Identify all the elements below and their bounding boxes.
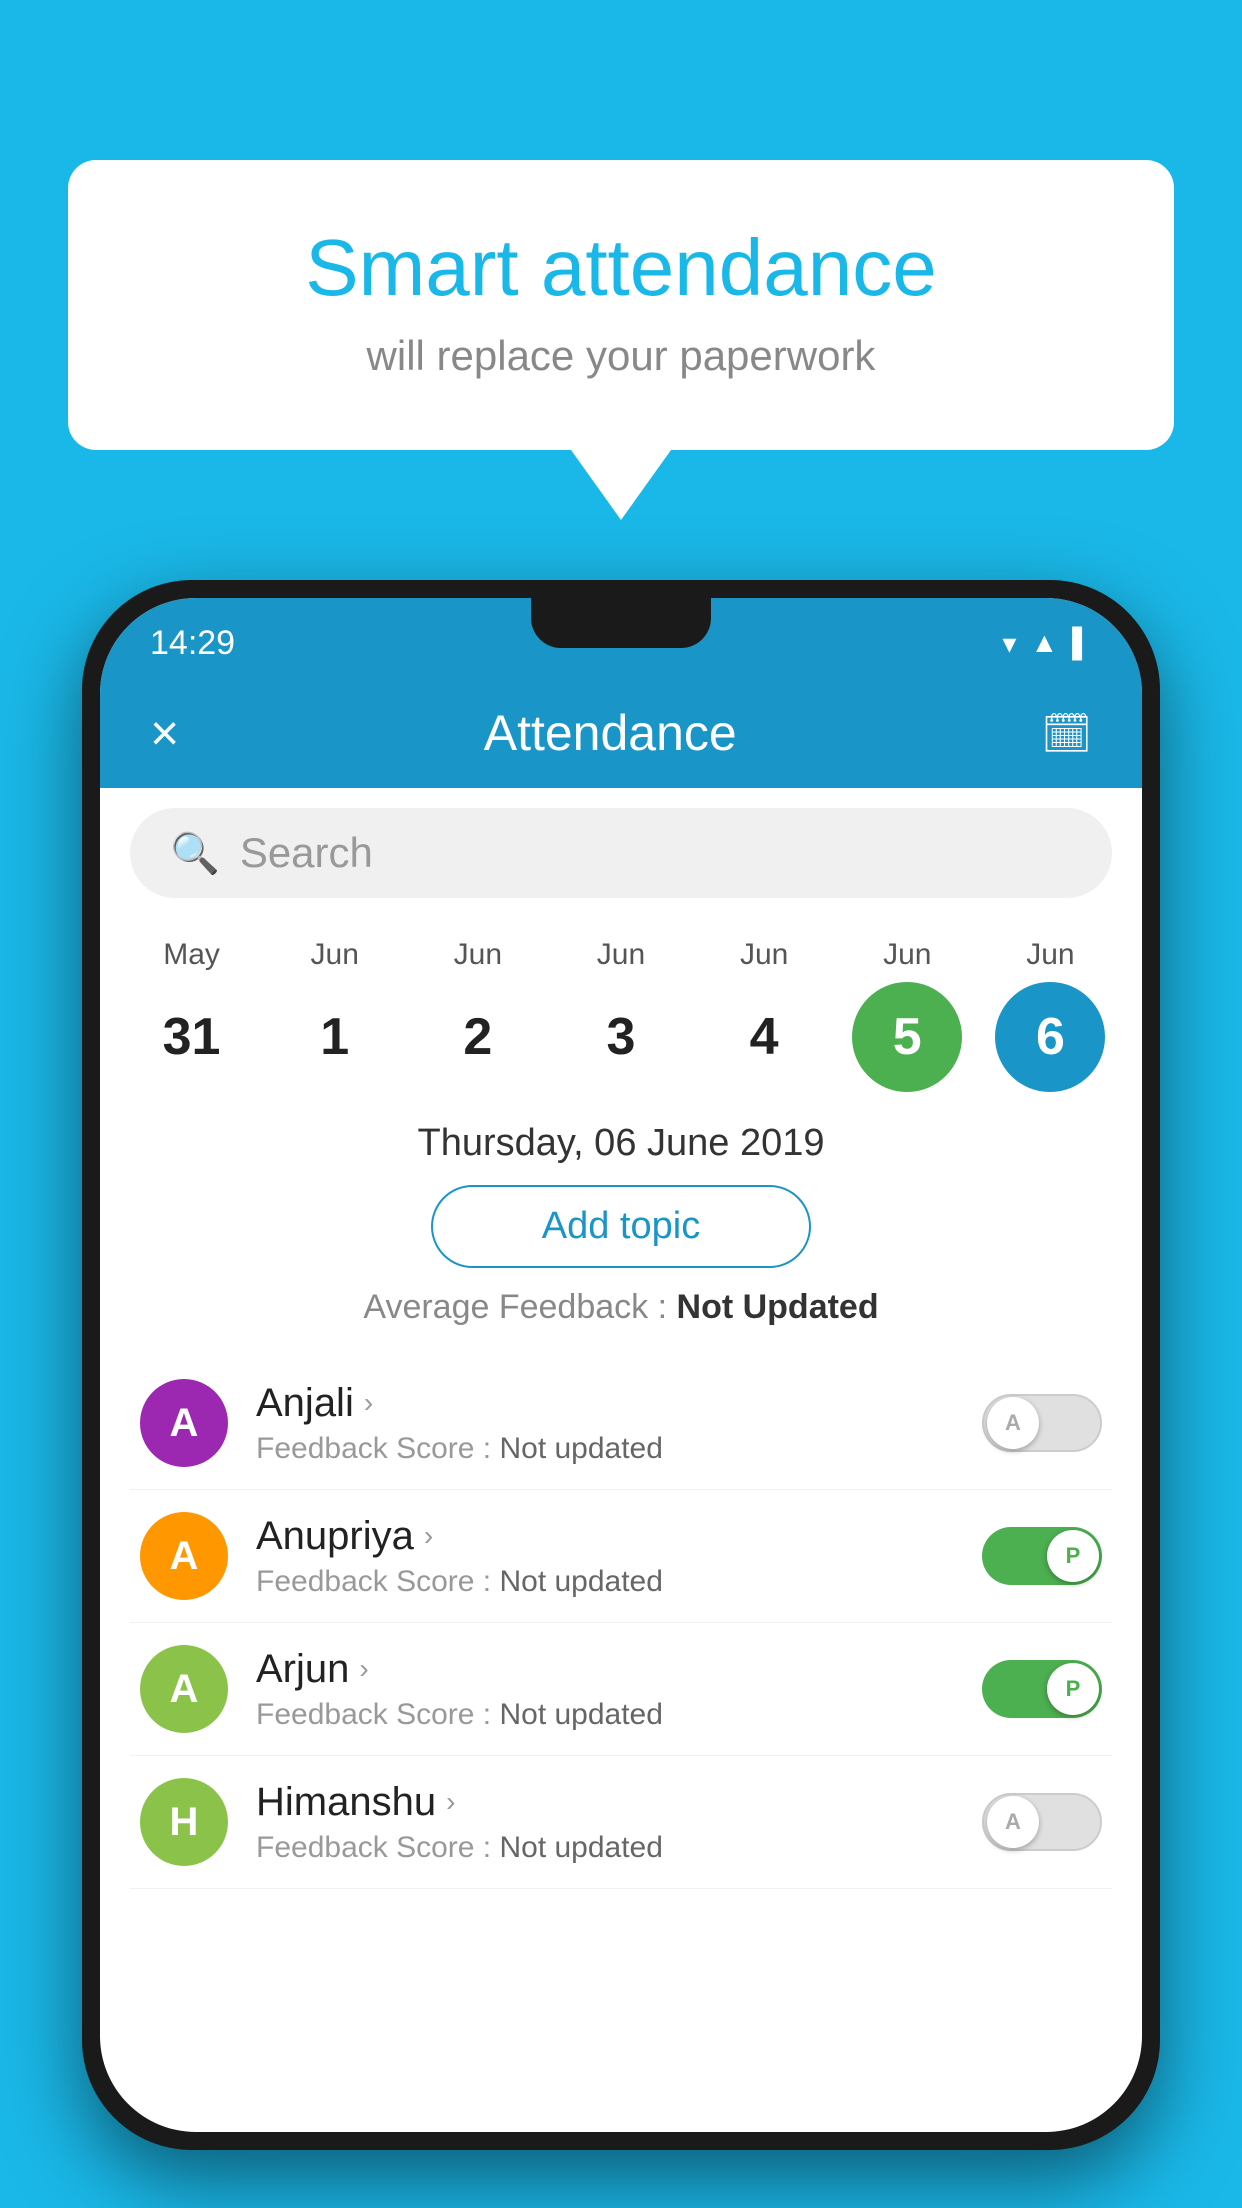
cal-month-3: Jun — [597, 938, 645, 972]
wifi-icon: ▾ — [1002, 627, 1016, 660]
speech-bubble: Smart attendance will replace your paper… — [68, 160, 1174, 450]
student-info-1: Anupriya › Feedback Score : Not updated — [256, 1514, 982, 1599]
attendance-toggle-0[interactable]: A — [982, 1394, 1102, 1452]
student-info-2: Arjun › Feedback Score : Not updated — [256, 1647, 982, 1732]
add-topic-button[interactable]: Add topic — [431, 1185, 811, 1268]
cal-date-0[interactable]: 31 — [137, 982, 247, 1092]
cal-date-6[interactable]: 6 — [995, 982, 1105, 1092]
student-name-0: Anjali › — [256, 1381, 982, 1426]
speech-bubble-title: Smart attendance — [148, 220, 1094, 316]
calendar-day-5[interactable]: Jun 5 — [842, 938, 972, 1092]
phone-screen: 14:29 ▾ ▲ ▌ × Attendance 🗓 🔍 Search May 3… — [100, 598, 1142, 2132]
calendar-icon[interactable]: 🗓 — [1041, 710, 1092, 757]
cal-date-4[interactable]: 4 — [709, 982, 819, 1092]
student-score-1: Feedback Score : Not updated — [256, 1565, 982, 1599]
chevron-icon: › — [364, 1387, 373, 1419]
student-list: AAnjali ›Feedback Score : Not updatedAAA… — [100, 1357, 1142, 1889]
student-name-3: Himanshu › — [256, 1780, 982, 1825]
student-item-2[interactable]: A Arjun › Feedback Score : Not updatedP — [130, 1623, 1112, 1756]
student-score-3: Feedback Score : Not updated — [256, 1831, 982, 1865]
search-bar[interactable]: 🔍 Search — [130, 808, 1112, 898]
cal-date-2[interactable]: 2 — [423, 982, 533, 1092]
attendance-toggle-1[interactable]: P — [982, 1527, 1102, 1585]
selected-date: Thursday, 06 June 2019 — [100, 1122, 1142, 1165]
search-input[interactable]: Search — [240, 829, 1072, 877]
student-avatar-2: A — [140, 1645, 228, 1733]
cal-month-0: May — [163, 938, 220, 972]
chevron-icon: › — [424, 1520, 433, 1552]
signal-icon: ▲ — [1030, 627, 1058, 659]
cal-month-4: Jun — [740, 938, 788, 972]
avg-feedback: Average Feedback : Not Updated — [100, 1288, 1142, 1327]
calendar-day-6[interactable]: Jun 6 — [985, 938, 1115, 1092]
calendar-day-3[interactable]: Jun 3 — [556, 938, 686, 1092]
calendar-day-1[interactable]: Jun 1 — [270, 938, 400, 1092]
phone-notch — [531, 598, 711, 648]
phone-outer: 14:29 ▾ ▲ ▌ × Attendance 🗓 🔍 Search May 3… — [82, 580, 1160, 2150]
avg-feedback-label: Average Feedback : — [363, 1288, 667, 1326]
student-name-2: Arjun › — [256, 1647, 982, 1692]
chevron-icon: › — [446, 1786, 455, 1818]
student-avatar-0: A — [140, 1379, 228, 1467]
app-title: Attendance — [484, 704, 737, 762]
student-avatar-1: A — [140, 1512, 228, 1600]
calendar-strip: May 31 Jun 1 Jun 2 Jun 3 Jun 4 Jun 5 Jun 6 — [100, 918, 1142, 1092]
calendar-day-0[interactable]: May 31 — [127, 938, 257, 1092]
chevron-icon: › — [359, 1653, 368, 1685]
status-time: 14:29 — [150, 624, 235, 663]
student-info-3: Himanshu › Feedback Score : Not updated — [256, 1780, 982, 1865]
cal-month-5: Jun — [883, 938, 931, 972]
student-avatar-3: H — [140, 1778, 228, 1866]
student-item-3[interactable]: H Himanshu › Feedback Score : Not updatedA — [130, 1756, 1112, 1889]
status-icons: ▾ ▲ ▌ — [1002, 627, 1092, 660]
calendar-day-4[interactable]: Jun 4 — [699, 938, 829, 1092]
battery-icon: ▌ — [1072, 627, 1092, 659]
attendance-toggle-2[interactable]: P — [982, 1660, 1102, 1718]
student-score-0: Feedback Score : Not updated — [256, 1432, 982, 1466]
speech-bubble-tail — [571, 450, 671, 520]
student-name-1: Anupriya › — [256, 1514, 982, 1559]
speech-bubble-subtitle: will replace your paperwork — [148, 332, 1094, 380]
student-item-1[interactable]: A Anupriya › Feedback Score : Not updatedP — [130, 1490, 1112, 1623]
calendar-day-2[interactable]: Jun 2 — [413, 938, 543, 1092]
close-button[interactable]: × — [150, 704, 179, 762]
attendance-toggle-3[interactable]: A — [982, 1793, 1102, 1851]
search-icon: 🔍 — [170, 830, 220, 877]
cal-date-3[interactable]: 3 — [566, 982, 676, 1092]
avg-feedback-value: Not Updated — [677, 1288, 879, 1326]
student-score-2: Feedback Score : Not updated — [256, 1698, 982, 1732]
cal-month-6: Jun — [1026, 938, 1074, 972]
speech-bubble-container: Smart attendance will replace your paper… — [68, 160, 1174, 520]
student-info-0: Anjali › Feedback Score : Not updated — [256, 1381, 982, 1466]
cal-month-2: Jun — [454, 938, 502, 972]
cal-date-1[interactable]: 1 — [280, 982, 390, 1092]
student-item-0[interactable]: AAnjali ›Feedback Score : Not updatedA — [130, 1357, 1112, 1490]
app-header: × Attendance 🗓 — [100, 678, 1142, 788]
cal-month-1: Jun — [311, 938, 359, 972]
cal-date-5[interactable]: 5 — [852, 982, 962, 1092]
phone-container: 14:29 ▾ ▲ ▌ × Attendance 🗓 🔍 Search May 3… — [82, 580, 1160, 2150]
